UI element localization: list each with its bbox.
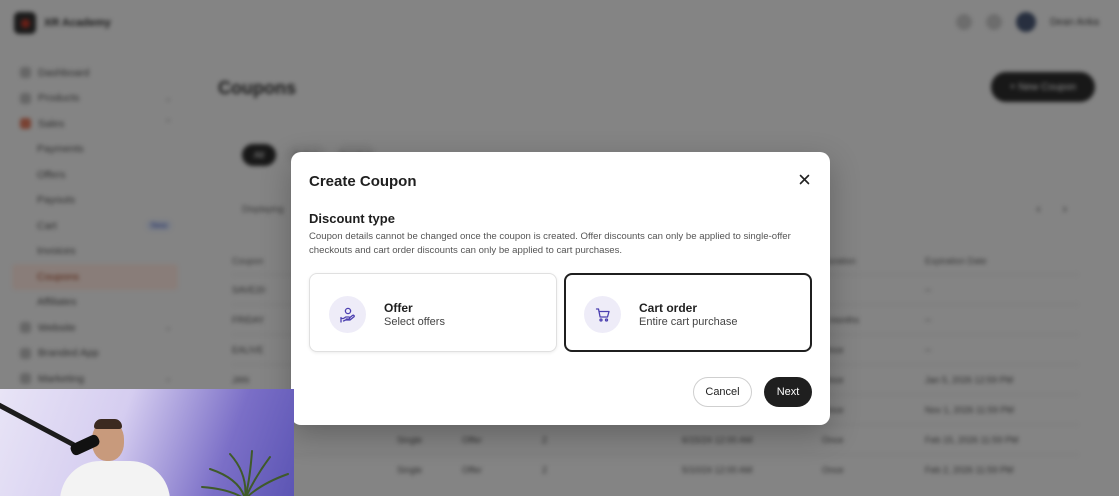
close-button[interactable]: [795, 170, 813, 188]
offer-option-title: Offer: [384, 301, 413, 315]
webcam-overlay: [0, 389, 294, 496]
offer-option-subtitle: Select offers: [384, 316, 445, 328]
next-button[interactable]: Next: [764, 377, 812, 407]
cart-order-option[interactable]: Cart order Entire cart purchase: [564, 273, 812, 352]
cart-icon: [584, 296, 621, 333]
dialog-title: Create Coupon: [309, 173, 417, 190]
presenter-body: [60, 461, 170, 496]
mic-arm: [0, 401, 77, 448]
discount-type-heading: Discount type: [309, 211, 395, 226]
presenter-hair: [94, 419, 122, 429]
offer-option[interactable]: Offer Select offers: [309, 273, 557, 352]
plant: [201, 450, 289, 496]
cancel-button[interactable]: Cancel: [693, 377, 752, 407]
cart-order-option-subtitle: Entire cart purchase: [639, 316, 738, 328]
create-coupon-dialog: Create Coupon Discount type Coupon detai…: [291, 152, 830, 425]
close-icon: [799, 174, 809, 184]
discount-type-description: Coupon details cannot be changed once th…: [309, 231, 791, 256]
offer-hand-icon: [329, 296, 366, 333]
cart-order-option-title: Cart order: [639, 301, 698, 315]
